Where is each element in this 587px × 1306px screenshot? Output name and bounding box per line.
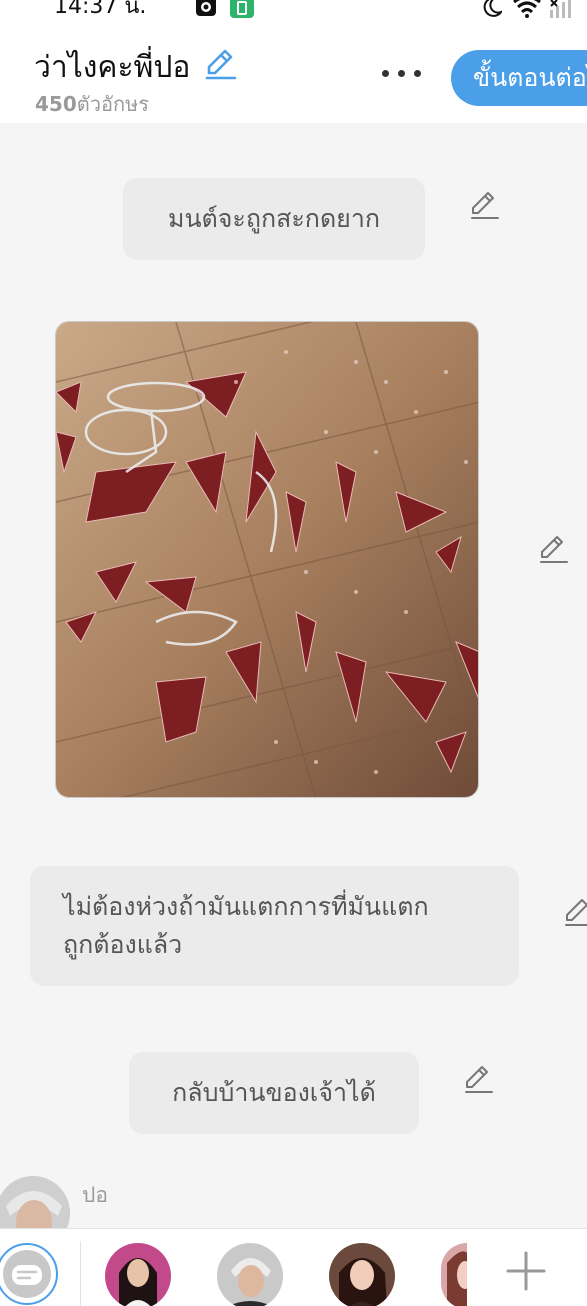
camera-icon: [196, 0, 216, 16]
battery-saver-icon: [230, 0, 254, 18]
message-bubble[interactable]: มนต์จะถูกสะกดยาก: [123, 178, 425, 260]
message-text: มนต์จะถูกสะกดยาก: [167, 204, 381, 233]
message-text: กลับบ้านของเจ้าได้: [172, 1078, 376, 1107]
character-bar: [0, 1228, 587, 1306]
sender-name: ปอ: [82, 1183, 108, 1207]
character-count-unit: ตัวอักษร: [76, 92, 150, 116]
edit-message-icon[interactable]: [469, 189, 501, 221]
wifi-icon: [513, 0, 541, 18]
character-count-number: 450: [35, 92, 77, 116]
edit-message-icon[interactable]: [563, 896, 587, 928]
pencil-icon[interactable]: [203, 47, 237, 81]
message-photo[interactable]: [55, 321, 479, 798]
more-horizontal-icon: [382, 70, 389, 77]
story-title[interactable]: ว่าไงคะพี่ปอ: [34, 44, 190, 91]
character-avatar[interactable]: [105, 1243, 171, 1306]
edit-message-icon[interactable]: [463, 1063, 495, 1095]
character-count: 450ตัวอักษร: [35, 88, 149, 120]
character-avatar[interactable]: [329, 1243, 395, 1306]
broken-glass-photo: [56, 322, 478, 797]
message-bubble[interactable]: กลับบ้านของเจ้าได้: [129, 1052, 419, 1134]
narration-button[interactable]: [0, 1243, 58, 1305]
divider: [80, 1241, 81, 1306]
more-options-button[interactable]: [378, 58, 426, 88]
next-step-button[interactable]: ขั้นตอนต่อไป: [451, 50, 587, 106]
message-bubble[interactable]: ไม่ต้องห่วงถ้ามันแตกการที่มันแตก ถูกต้อง…: [30, 866, 519, 986]
edit-message-icon[interactable]: [538, 533, 570, 565]
status-time: 14:37 น.: [54, 0, 147, 19]
character-avatar[interactable]: [217, 1243, 283, 1306]
signal-icon: [550, 0, 571, 18]
chat-area: มนต์จะถูกสะกดยาก ไม่ต้องห่วงถ้ามันแตกการ…: [0, 123, 587, 1250]
narration-icon: [3, 1250, 51, 1298]
message-text-line: ไม่ต้องห่วงถ้ามันแตกการที่มันแตก: [63, 892, 429, 921]
plus-icon[interactable]: [504, 1249, 548, 1293]
character-avatar[interactable]: [441, 1243, 467, 1306]
moon-icon: [483, 0, 502, 17]
header: ว่าไงคะพี่ปอ 450ตัวอักษร ขั้นตอนต่อไป: [0, 22, 587, 123]
message-text-line: ถูกต้องแล้ว: [63, 930, 183, 959]
status-bar: 14:37 น.: [0, 0, 587, 22]
